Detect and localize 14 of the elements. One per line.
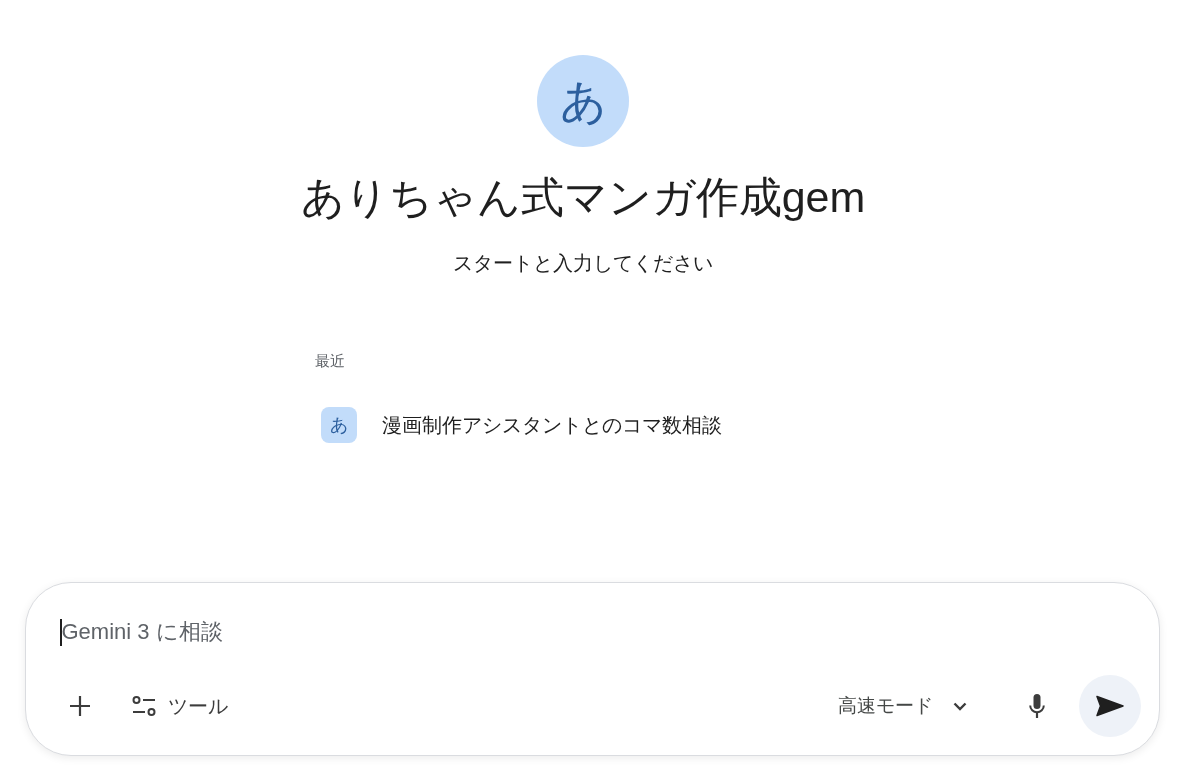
chevron-down-icon xyxy=(953,701,967,711)
gem-title: ありちゃん式マンガ作成gem xyxy=(300,172,866,223)
recent-chat-link[interactable]: 漫画制作アシスタントとのコマ数相談 xyxy=(382,411,722,439)
recent-heading: 最近 xyxy=(315,351,346,371)
sliders-icon xyxy=(132,695,156,717)
plus-icon xyxy=(69,695,91,717)
gem-avatar: あ xyxy=(537,55,629,147)
gem-instruction: スタートと入力してください xyxy=(453,251,713,276)
chat-avatar-icon: あ xyxy=(321,407,357,443)
mode-dropdown[interactable]: 高速モード xyxy=(830,686,975,726)
tools-button[interactable]: ツール xyxy=(128,686,232,726)
prompt-input[interactable]: Gemini 3 に相談 xyxy=(61,619,1141,645)
send-icon xyxy=(1096,695,1124,717)
microphone-icon xyxy=(1029,694,1045,718)
